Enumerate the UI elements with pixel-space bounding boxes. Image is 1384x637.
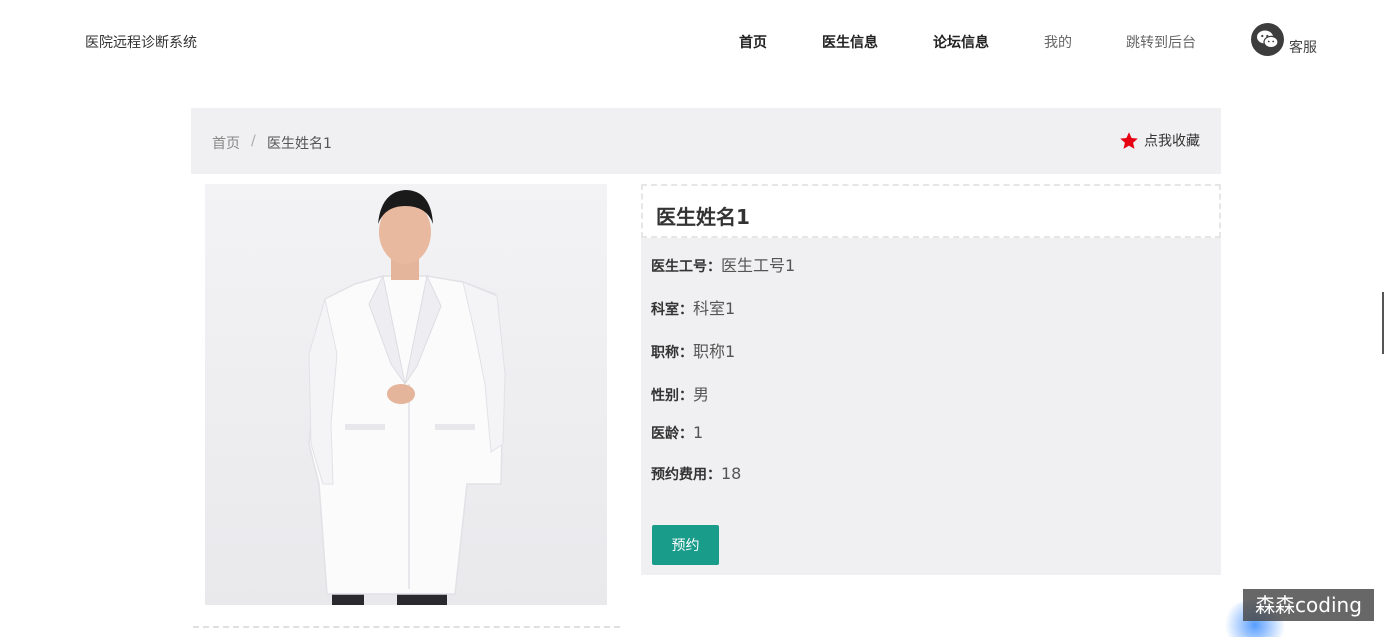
info-row-department: 科室：科室1 bbox=[651, 295, 735, 319]
fee-label: 预约费用： bbox=[651, 467, 721, 483]
customer-service-label: 客服 bbox=[1289, 40, 1317, 56]
breadcrumb-separator: / bbox=[251, 133, 256, 149]
customer-service-button[interactable]: 客服 bbox=[1251, 23, 1331, 57]
doctor-name: 医生姓名1 bbox=[656, 205, 750, 229]
section-divider bbox=[193, 626, 620, 630]
info-row-fee: 预约费用：18 bbox=[651, 464, 741, 484]
breadcrumb: 首页 / 医生姓名1 点我收藏 bbox=[191, 108, 1221, 174]
watermark: 森森coding bbox=[1243, 589, 1374, 621]
breadcrumb-home[interactable]: 首页 bbox=[212, 133, 240, 153]
nav-doctor-info[interactable]: 医生信息 bbox=[822, 32, 878, 52]
department-value: 科室1 bbox=[693, 299, 736, 318]
gender-label: 性别： bbox=[651, 388, 693, 404]
title-label: 职称： bbox=[651, 345, 693, 361]
department-label: 科室： bbox=[651, 302, 693, 318]
nav-forum-info[interactable]: 论坛信息 bbox=[933, 32, 989, 52]
favorite-button[interactable]: 点我收藏 bbox=[1119, 130, 1200, 152]
gender-value: 男 bbox=[693, 385, 710, 404]
book-appointment-button[interactable]: 预约 bbox=[652, 525, 719, 565]
staff-id-label: 医生工号： bbox=[651, 259, 721, 275]
doctor-info-panel: 医生工号：医生工号1 科室：科室1 职称：职称1 性别：男 医龄：1 预约费用：… bbox=[641, 238, 1221, 575]
info-row-staff-id: 医生工号：医生工号1 bbox=[651, 252, 795, 276]
main-nav: 首页 医生信息 论坛信息 我的 跳转到后台 bbox=[0, 32, 1384, 52]
nav-goto-admin[interactable]: 跳转到后台 bbox=[1126, 32, 1196, 52]
fee-value: 18 bbox=[721, 464, 742, 483]
years-value: 1 bbox=[693, 423, 704, 442]
years-label: 医龄： bbox=[651, 426, 693, 442]
doctor-name-box: 医生姓名1 bbox=[641, 184, 1221, 238]
title-value: 职称1 bbox=[693, 342, 736, 361]
star-icon bbox=[1119, 131, 1139, 151]
breadcrumb-current: 医生姓名1 bbox=[267, 136, 332, 152]
info-row-title: 职称：职称1 bbox=[651, 338, 735, 362]
info-row-years: 医龄：1 bbox=[651, 423, 703, 443]
nav-home[interactable]: 首页 bbox=[739, 32, 767, 52]
staff-id-value: 医生工号1 bbox=[721, 256, 796, 275]
wechat-icon bbox=[1251, 23, 1284, 56]
info-row-gender: 性别：男 bbox=[651, 381, 709, 405]
doctor-photo bbox=[205, 184, 607, 605]
header: 医院远程诊断系统 首页 医生信息 论坛信息 我的 跳转到后台 客服 bbox=[0, 0, 1384, 82]
nav-mine[interactable]: 我的 bbox=[1044, 32, 1072, 52]
favorite-label: 点我收藏 bbox=[1144, 133, 1200, 150]
